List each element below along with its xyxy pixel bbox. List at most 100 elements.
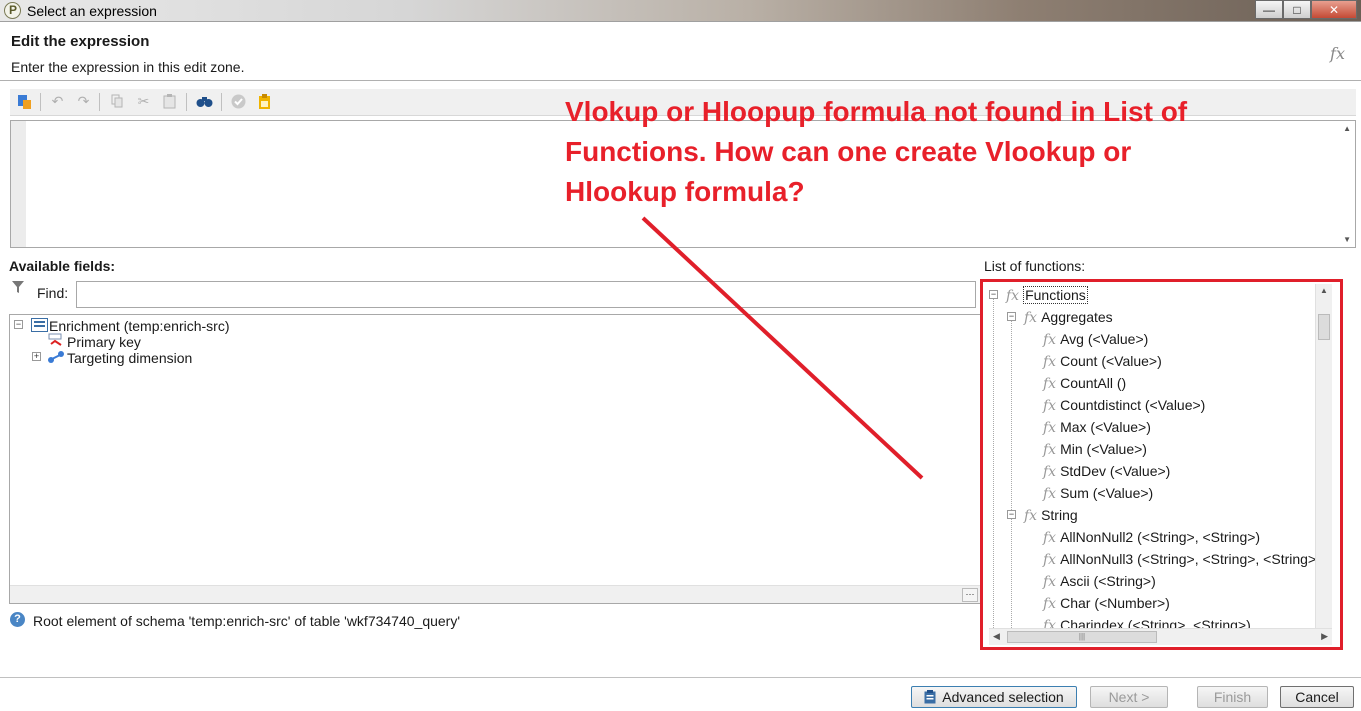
close-button[interactable]: ✕ <box>1311 0 1357 19</box>
function-label: Avg (<Value>) <box>1060 331 1149 347</box>
app-icon <box>4 2 21 19</box>
copy-icon[interactable] <box>109 93 126 110</box>
functions-vscrollbar[interactable]: ▲ <box>1315 284 1332 629</box>
title-bar: Select an expression — □ ✕ <box>0 0 1361 22</box>
editor-gutter <box>11 121 26 247</box>
function-label: CountAll () <box>1060 375 1127 391</box>
collapse-icon[interactable]: − <box>1007 510 1016 519</box>
functions-tree[interactable]: − fx Functions − fx Aggregates fx Avg (<Val… <box>989 284 1332 629</box>
scroll-up-icon[interactable]: ▲ <box>1320 286 1328 295</box>
tree-item-label: Targeting dimension <box>67 350 193 366</box>
function-icon: fx <box>1043 552 1057 568</box>
function-item[interactable]: fx Min (<Value>) <box>1043 438 1147 460</box>
tree-item-label: Primary key <box>67 334 141 350</box>
function-icon: fx <box>1043 486 1057 502</box>
advanced-selection-button[interactable]: Advanced selection <box>911 686 1077 708</box>
list-of-functions-label: List of functions: <box>984 258 1086 274</box>
cut-icon[interactable]: ✂ <box>135 93 152 110</box>
fields-tree[interactable]: − Enrichment (temp:enrich-src) Primary k… <box>9 314 981 604</box>
find-input[interactable] <box>76 281 976 308</box>
collapse-icon[interactable]: − <box>1007 312 1016 321</box>
list-icon <box>31 318 48 335</box>
function-item[interactable]: fx CountAll () <box>1043 372 1126 394</box>
minimize-button[interactable]: — <box>1255 0 1283 19</box>
function-icon: fx <box>1043 332 1057 348</box>
next-button[interactable]: Next > <box>1090 686 1168 708</box>
tree-item-label: Aggregates <box>1041 309 1113 325</box>
function-icon: fx <box>1043 464 1057 480</box>
page-subtitle: Enter the expression in this edit zone. <box>11 59 245 75</box>
scroll-right-icon[interactable]: ▶ <box>1321 631 1328 642</box>
validate-icon[interactable] <box>230 93 247 110</box>
function-label: Countdistinct (<Value>) <box>1060 397 1206 413</box>
window-controls: — □ ✕ <box>1255 0 1357 19</box>
tree-item-label: String <box>1041 507 1078 523</box>
function-item[interactable]: fx Avg (<Value>) <box>1043 328 1148 350</box>
function-item[interactable]: fx Charindex (<String>, <String>) <box>1043 614 1251 629</box>
tree-item-label: Enrichment (temp:enrich-src) <box>49 318 230 334</box>
available-fields-label: Available fields: <box>9 258 116 274</box>
function-icon: fx <box>1043 354 1057 370</box>
finish-button[interactable]: Finish <box>1197 686 1268 708</box>
function-item[interactable]: fx Count (<Value>) <box>1043 350 1162 372</box>
scroll-left-icon[interactable]: ◀ <box>993 631 1000 642</box>
undo-icon[interactable]: ↶ <box>49 93 66 110</box>
schema-icon[interactable] <box>16 93 33 110</box>
fx-icon: fx <box>1330 44 1345 63</box>
function-icon: fx <box>1006 288 1020 304</box>
function-item[interactable]: fx AllNonNull3 (<String>, <String>, <Stri… <box>1043 548 1321 570</box>
function-item[interactable]: fx Sum (<Value>) <box>1043 482 1153 504</box>
expand-icon[interactable]: + <box>32 352 41 361</box>
link-icon <box>47 350 65 367</box>
function-icon: fx <box>1043 420 1057 436</box>
function-icon: fx <box>1043 530 1057 546</box>
function-item[interactable]: fx StdDev (<Value>) <box>1043 460 1170 482</box>
function-label: AllNonNull3 (<String>, <String>, <String… <box>1060 551 1321 567</box>
scroll-up-icon[interactable]: ▲ <box>1343 124 1351 133</box>
function-icon: fx <box>1024 310 1038 326</box>
editor-scrollbar[interactable]: ▲ ▼ <box>1339 121 1355 247</box>
more-button[interactable]: ··· <box>962 588 978 602</box>
help-icon: ? <box>10 612 25 627</box>
toolbar-separator <box>40 93 41 111</box>
find-label: Find: <box>37 285 69 301</box>
filter-icon <box>12 281 24 297</box>
function-item[interactable]: fx AllNonNull2 (<String>, <String>) <box>1043 526 1260 548</box>
function-item[interactable]: fx Ascii (<String>) <box>1043 570 1156 592</box>
maximize-button[interactable]: □ <box>1283 0 1311 19</box>
collapse-icon[interactable]: − <box>989 290 998 299</box>
function-item[interactable]: fx Countdistinct (<Value>) <box>1043 394 1205 416</box>
scroll-down-icon[interactable]: ▼ <box>1343 235 1351 244</box>
redo-icon[interactable]: ↷ <box>75 93 92 110</box>
window-title: Select an expression <box>27 3 157 19</box>
function-icon: fx <box>1043 376 1057 392</box>
fields-scrollbar[interactable]: ··· <box>10 585 980 603</box>
toolbar-separator <box>221 93 222 111</box>
function-label: Char (<Number>) <box>1060 595 1170 611</box>
function-label: Max (<Value>) <box>1060 419 1151 435</box>
function-label: Min (<Value>) <box>1060 441 1147 457</box>
function-label: Ascii (<String>) <box>1060 573 1156 589</box>
function-label: AllNonNull2 (<String>, <String>) <box>1060 529 1261 545</box>
collapse-icon[interactable]: − <box>14 320 23 329</box>
cancel-button[interactable]: Cancel <box>1280 686 1354 708</box>
function-icon: fx <box>1043 442 1057 458</box>
scroll-thumb[interactable]: ||| <box>1007 631 1157 643</box>
functions-panel[interactable]: − fx Functions − fx Aggregates fx Avg (<Val… <box>980 279 1343 650</box>
advanced-selection-icon <box>924 689 936 709</box>
button-label: Advanced selection <box>942 689 1064 705</box>
clipboard-icon[interactable] <box>256 93 273 110</box>
page-title: Edit the expression <box>11 33 150 50</box>
annotation-text: Vlokup or Hloopup formula not found in L… <box>565 96 1188 207</box>
find-icon[interactable] <box>196 93 213 110</box>
scroll-thumb[interactable] <box>1318 314 1330 340</box>
function-icon: fx <box>1043 398 1057 414</box>
functions-hscrollbar[interactable]: ◀ ||| ▶ <box>989 628 1332 645</box>
toolbar-separator <box>186 93 187 111</box>
function-item[interactable]: fx Max (<Value>) <box>1043 416 1151 438</box>
function-item[interactable]: fx Char (<Number>) <box>1043 592 1170 614</box>
tree-guide <box>1011 320 1012 629</box>
tree-guide <box>993 298 994 628</box>
paste-icon[interactable] <box>161 93 178 110</box>
function-label: Sum (<Value>) <box>1060 485 1154 501</box>
